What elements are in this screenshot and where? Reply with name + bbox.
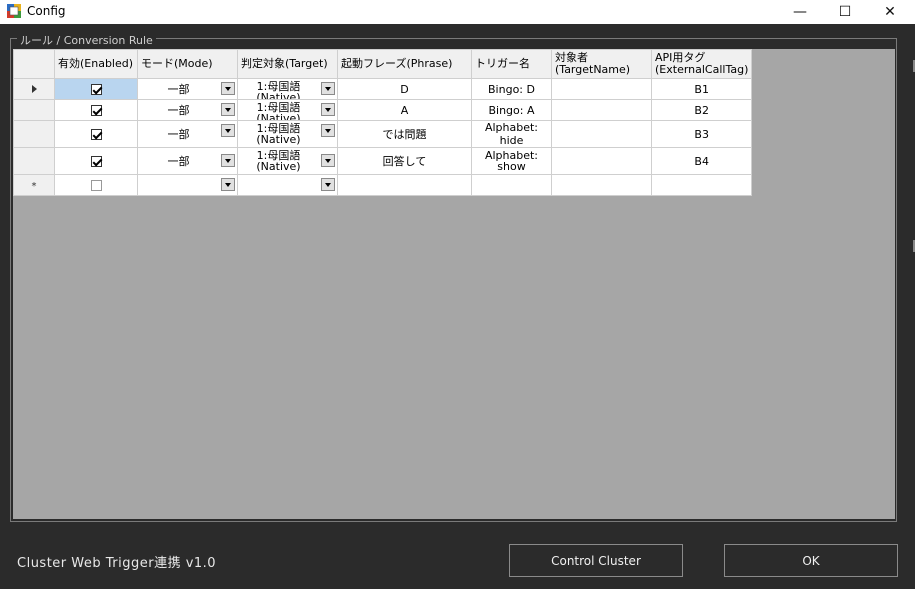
dropdown-arrow-icon[interactable] [321,103,335,116]
dropdown-arrow-icon[interactable] [221,124,235,137]
target-value: 1:母国語 (Native) [256,80,301,99]
trigger-cell[interactable] [471,174,552,196]
target-cell[interactable]: 1:母国語 (Native) [237,78,338,100]
mode-cell[interactable]: 一部 [137,120,238,148]
mode-cell[interactable] [137,174,238,196]
enabled-cell[interactable] [54,120,138,148]
header-row: 有効(Enabled) モード(Mode) 判定対象(Target) 起動フレー… [13,49,753,79]
minimize-button[interactable]: — [777,0,823,24]
target-value: 1:母国語 (Native) [256,101,301,120]
column-header-target-name[interactable]: 対象者 (TargetName) [551,49,652,79]
tag-cell[interactable]: B2 [650,99,753,121]
target-value: 1:母国語 (Native) [256,149,301,173]
control-cluster-button[interactable]: Control Cluster [509,544,683,577]
dropdown-arrow-icon[interactable] [321,178,335,191]
target-cell[interactable] [237,174,338,196]
trigger-cell[interactable]: Alphabet: show [471,147,552,175]
phrase-cell[interactable]: では問題 [337,120,472,148]
row-header-corner [13,49,55,79]
tag-cell[interactable]: B1 [650,78,753,100]
version-label: Cluster Web Trigger連携 v1.0 [17,556,217,571]
mode-value: 一部 [167,127,190,141]
maximize-button[interactable]: ☐ [822,0,868,24]
table-row[interactable]: 一部 1:母国語 (Native) では問題 Alphabet: hide B3 [13,120,753,148]
dropdown-arrow-icon[interactable] [321,124,335,137]
target-name-cell[interactable] [551,147,652,175]
tag-cell[interactable]: B3 [650,120,753,148]
window-title: Config [27,4,66,18]
dropdown-arrow-icon[interactable] [221,154,235,167]
table-row[interactable]: 一部 1:母国語 (Native) A Bingo: A B2 [13,99,753,121]
dropdown-arrow-icon[interactable] [321,82,335,95]
target-name-cell[interactable] [551,174,652,196]
column-header-mode[interactable]: モード(Mode) [137,49,238,79]
app-icon [7,4,21,18]
phrase-cell[interactable]: D [337,78,472,100]
new-row-marker: * [31,180,37,192]
new-row[interactable]: * [13,174,753,196]
enabled-checkbox[interactable] [90,129,102,140]
target-name-cell[interactable] [551,99,652,121]
tag-cell[interactable] [650,174,753,196]
row-header[interactable]: * [13,174,55,196]
enabled-cell[interactable] [54,99,138,121]
table-row[interactable]: 一部 1:母国語 (Native) D Bingo: D B1 [13,78,753,100]
dropdown-arrow-icon[interactable] [221,82,235,95]
trigger-cell[interactable]: Bingo: D [471,78,552,100]
target-cell[interactable]: 1:母国語 (Native) [237,120,338,148]
mode-value: 一部 [167,82,190,96]
rules-table: 有効(Enabled) モード(Mode) 判定対象(Target) 起動フレー… [13,49,753,196]
tag-cell[interactable]: B4 [650,147,753,175]
mode-cell[interactable]: 一部 [137,147,238,175]
target-name-cell[interactable] [551,78,652,100]
enabled-checkbox[interactable] [90,180,102,191]
current-row-arrow-icon [31,84,37,93]
target-cell[interactable]: 1:母国語 (Native) [237,147,338,175]
dropdown-arrow-icon[interactable] [221,103,235,116]
dropdown-arrow-icon[interactable] [221,178,235,191]
target-name-cell[interactable] [551,120,652,148]
rules-grid[interactable]: 有効(Enabled) モード(Mode) 判定対象(Target) 起動フレー… [13,49,895,519]
enabled-cell[interactable] [54,174,138,196]
column-header-trigger[interactable]: トリガー名 [471,49,552,79]
target-value: 1:母国語 (Native) [256,122,301,146]
group-label: ルール / Conversion Rule [17,32,156,48]
mode-value: 一部 [167,154,190,168]
table-row[interactable]: 一部 1:母国語 (Native) 回答して Alphabet: show B4 [13,147,753,175]
enabled-checkbox[interactable] [90,105,102,116]
enabled-cell[interactable] [54,78,138,100]
target-cell[interactable]: 1:母国語 (Native) [237,99,338,121]
enabled-checkbox[interactable] [90,156,102,167]
row-header[interactable] [13,99,55,121]
mode-value: 一部 [167,103,190,117]
column-header-enabled[interactable]: 有効(Enabled) [54,49,138,79]
enabled-checkbox[interactable] [90,84,102,95]
mode-cell[interactable]: 一部 [137,99,238,121]
close-button[interactable]: ✕ [867,0,913,24]
phrase-cell[interactable]: 回答して [337,147,472,175]
column-header-target[interactable]: 判定対象(Target) [237,49,338,79]
trigger-cell[interactable]: Alphabet: hide [471,120,552,148]
row-header[interactable] [13,120,55,148]
title-bar: Config — ☐ ✕ [0,0,915,24]
column-header-phrase[interactable]: 起動フレーズ(Phrase) [337,49,472,79]
row-header[interactable] [13,147,55,175]
phrase-cell[interactable] [337,174,472,196]
dropdown-arrow-icon[interactable] [321,154,335,167]
phrase-cell[interactable]: A [337,99,472,121]
row-header[interactable] [13,78,55,100]
column-header-tag[interactable]: API用タグ (ExternalCallTag) [650,49,753,79]
ok-button[interactable]: OK [724,544,898,577]
enabled-cell[interactable] [54,147,138,175]
mode-cell[interactable]: 一部 [137,78,238,100]
trigger-cell[interactable]: Bingo: A [471,99,552,121]
